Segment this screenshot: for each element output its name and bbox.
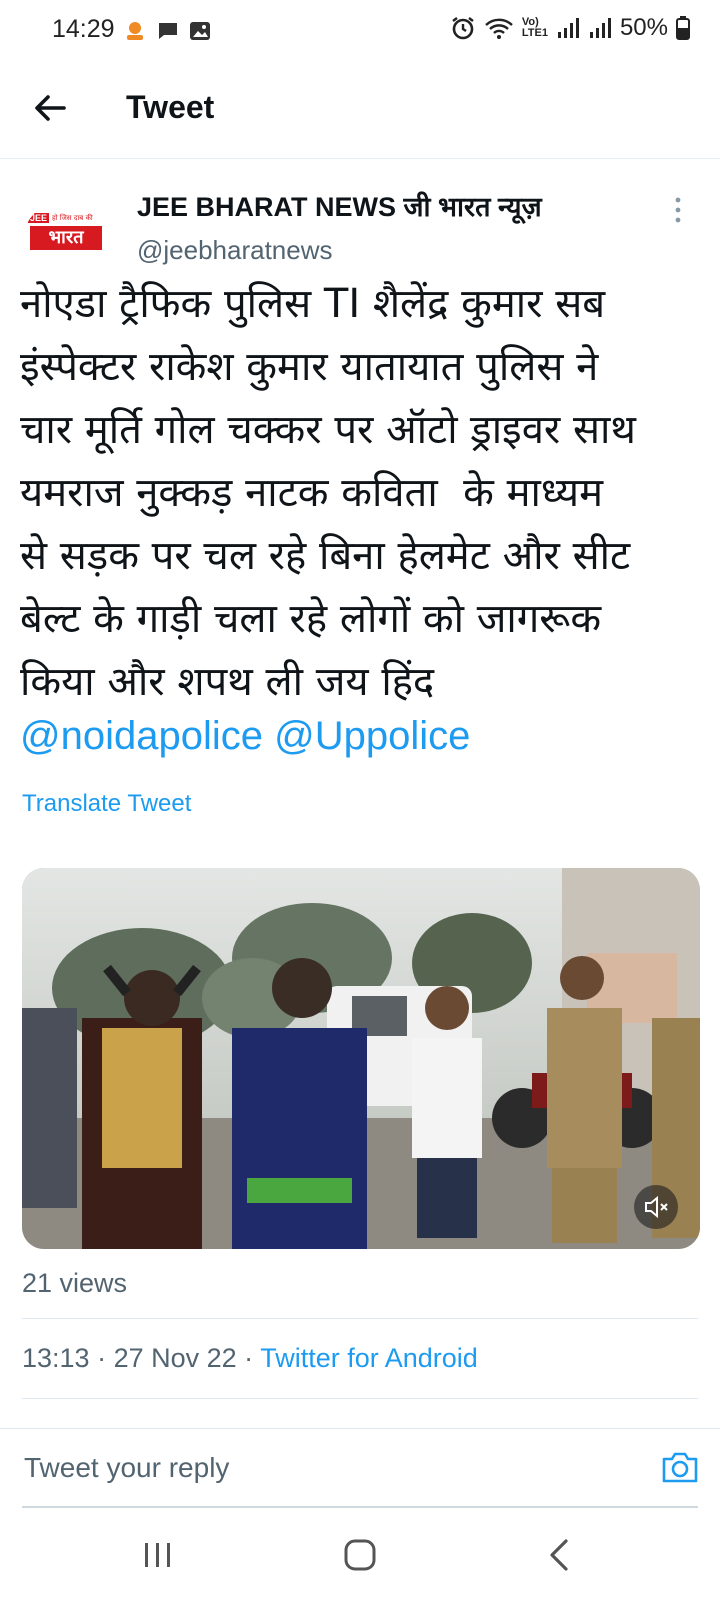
signal-icon	[557, 18, 579, 38]
avatar-logo: JEE हो जिस दाब की भारत	[28, 212, 104, 250]
battery-percent: 50%	[619, 14, 668, 41]
notification-icon	[127, 22, 143, 40]
more-options-icon[interactable]	[668, 195, 688, 225]
reply-input[interactable]	[22, 1446, 626, 1490]
author-handle[interactable]: @jeebharatnews	[137, 235, 333, 266]
view-count: 21 views	[22, 1268, 128, 1298]
camera-icon[interactable]	[658, 1445, 702, 1489]
signal-icon	[589, 18, 611, 38]
tweet-mentions: @noidapolice @Uppolice	[20, 714, 470, 759]
back-icon[interactable]	[540, 1535, 580, 1575]
system-icons: Vo) LTE1 50%	[450, 14, 690, 42]
meta-separator: ·	[236, 1343, 261, 1373]
tweet-date: 27 Nov 22	[113, 1343, 237, 1373]
avatar-logo-tagline: हो जिस दाब की	[52, 213, 93, 222]
meta-separator: ·	[89, 1343, 114, 1373]
page-title: Tweet	[126, 89, 215, 125]
network-type: Vo) LTE1	[522, 17, 548, 39]
tweet-source-link[interactable]: Twitter for Android	[260, 1343, 478, 1373]
tweet-video[interactable]	[22, 868, 700, 1249]
status-time: 14:29	[52, 15, 115, 43]
mention-uppolice[interactable]: @Uppolice	[274, 714, 470, 758]
home-icon[interactable]	[340, 1535, 380, 1575]
alarm-icon	[452, 17, 474, 40]
tweet-meta: 13:13 · 27 Nov 22 · Twitter for Android	[22, 1343, 478, 1374]
battery-icon	[676, 16, 690, 40]
notification-icons	[122, 18, 212, 44]
app-bar: Tweet	[0, 62, 720, 159]
avatar-logo-jee: JEE	[28, 213, 50, 223]
gallery-icon	[190, 22, 210, 40]
tweet-time: 13:13	[22, 1343, 90, 1373]
mute-button[interactable]	[634, 1185, 678, 1229]
mention-noidapolice[interactable]: @noidapolice	[20, 714, 263, 758]
recent-apps-icon[interactable]	[138, 1535, 178, 1575]
chat-icon	[159, 23, 177, 39]
divider	[22, 1318, 698, 1319]
author-name[interactable]: JEE BHARAT NEWS जी भारत न्यूज़	[137, 187, 542, 224]
avatar-logo-main: भारत	[30, 226, 102, 250]
wifi-icon	[485, 18, 513, 39]
tweet-text: नोएडा ट्रैफिक पुलिस TI शैलेंद्र कुमार सब…	[20, 281, 636, 705]
reply-bar	[0, 1428, 720, 1509]
system-nav-bar	[0, 1510, 720, 1600]
status-bar: 14:29 Vo) LTE1 50%	[0, 0, 720, 62]
back-arrow-icon[interactable]	[28, 86, 72, 130]
volume-muted-icon	[645, 1195, 668, 1219]
divider	[22, 1398, 698, 1399]
network-lte: LTE1	[521, 27, 548, 39]
reply-underline	[22, 1506, 698, 1508]
translate-tweet-link[interactable]: Translate Tweet	[22, 790, 191, 818]
video-frame-image	[22, 868, 700, 1249]
